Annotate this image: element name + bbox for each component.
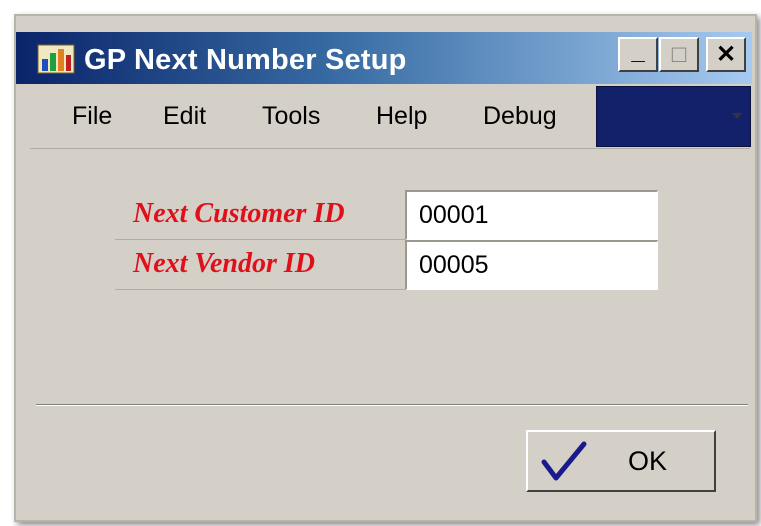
ok-button[interactable]: OK bbox=[526, 430, 716, 492]
ok-label: OK bbox=[628, 446, 668, 476]
menu-file[interactable]: File bbox=[72, 102, 112, 131]
next-customer-id-label: Next Customer ID bbox=[133, 198, 345, 229]
menu-help[interactable]: Help bbox=[376, 102, 427, 131]
minimize-button[interactable]: _ bbox=[618, 37, 658, 72]
toolbar-dropdown[interactable] bbox=[596, 86, 751, 147]
menu-tools[interactable]: Tools bbox=[262, 102, 320, 131]
close-button[interactable]: ✕ bbox=[706, 37, 746, 72]
close-icon: ✕ bbox=[715, 41, 737, 68]
menu-separator bbox=[30, 148, 750, 149]
menu-debug[interactable]: Debug bbox=[483, 102, 557, 131]
button-area-divider bbox=[36, 404, 748, 406]
app-icon bbox=[37, 44, 75, 74]
next-vendor-id-field[interactable]: 00005 bbox=[405, 240, 658, 290]
minimize-icon: _ bbox=[631, 37, 645, 65]
checkmark-icon bbox=[541, 441, 587, 481]
maximize-button[interactable]: □ bbox=[659, 37, 699, 72]
window-title: GP Next Number Setup bbox=[84, 44, 407, 76]
next-customer-id-field[interactable]: 00001 bbox=[405, 190, 658, 240]
chevron-down-icon bbox=[732, 113, 742, 119]
next-vendor-id-label: Next Vendor ID bbox=[133, 248, 316, 279]
maximize-icon: □ bbox=[671, 40, 687, 68]
menu-edit[interactable]: Edit bbox=[163, 102, 206, 131]
